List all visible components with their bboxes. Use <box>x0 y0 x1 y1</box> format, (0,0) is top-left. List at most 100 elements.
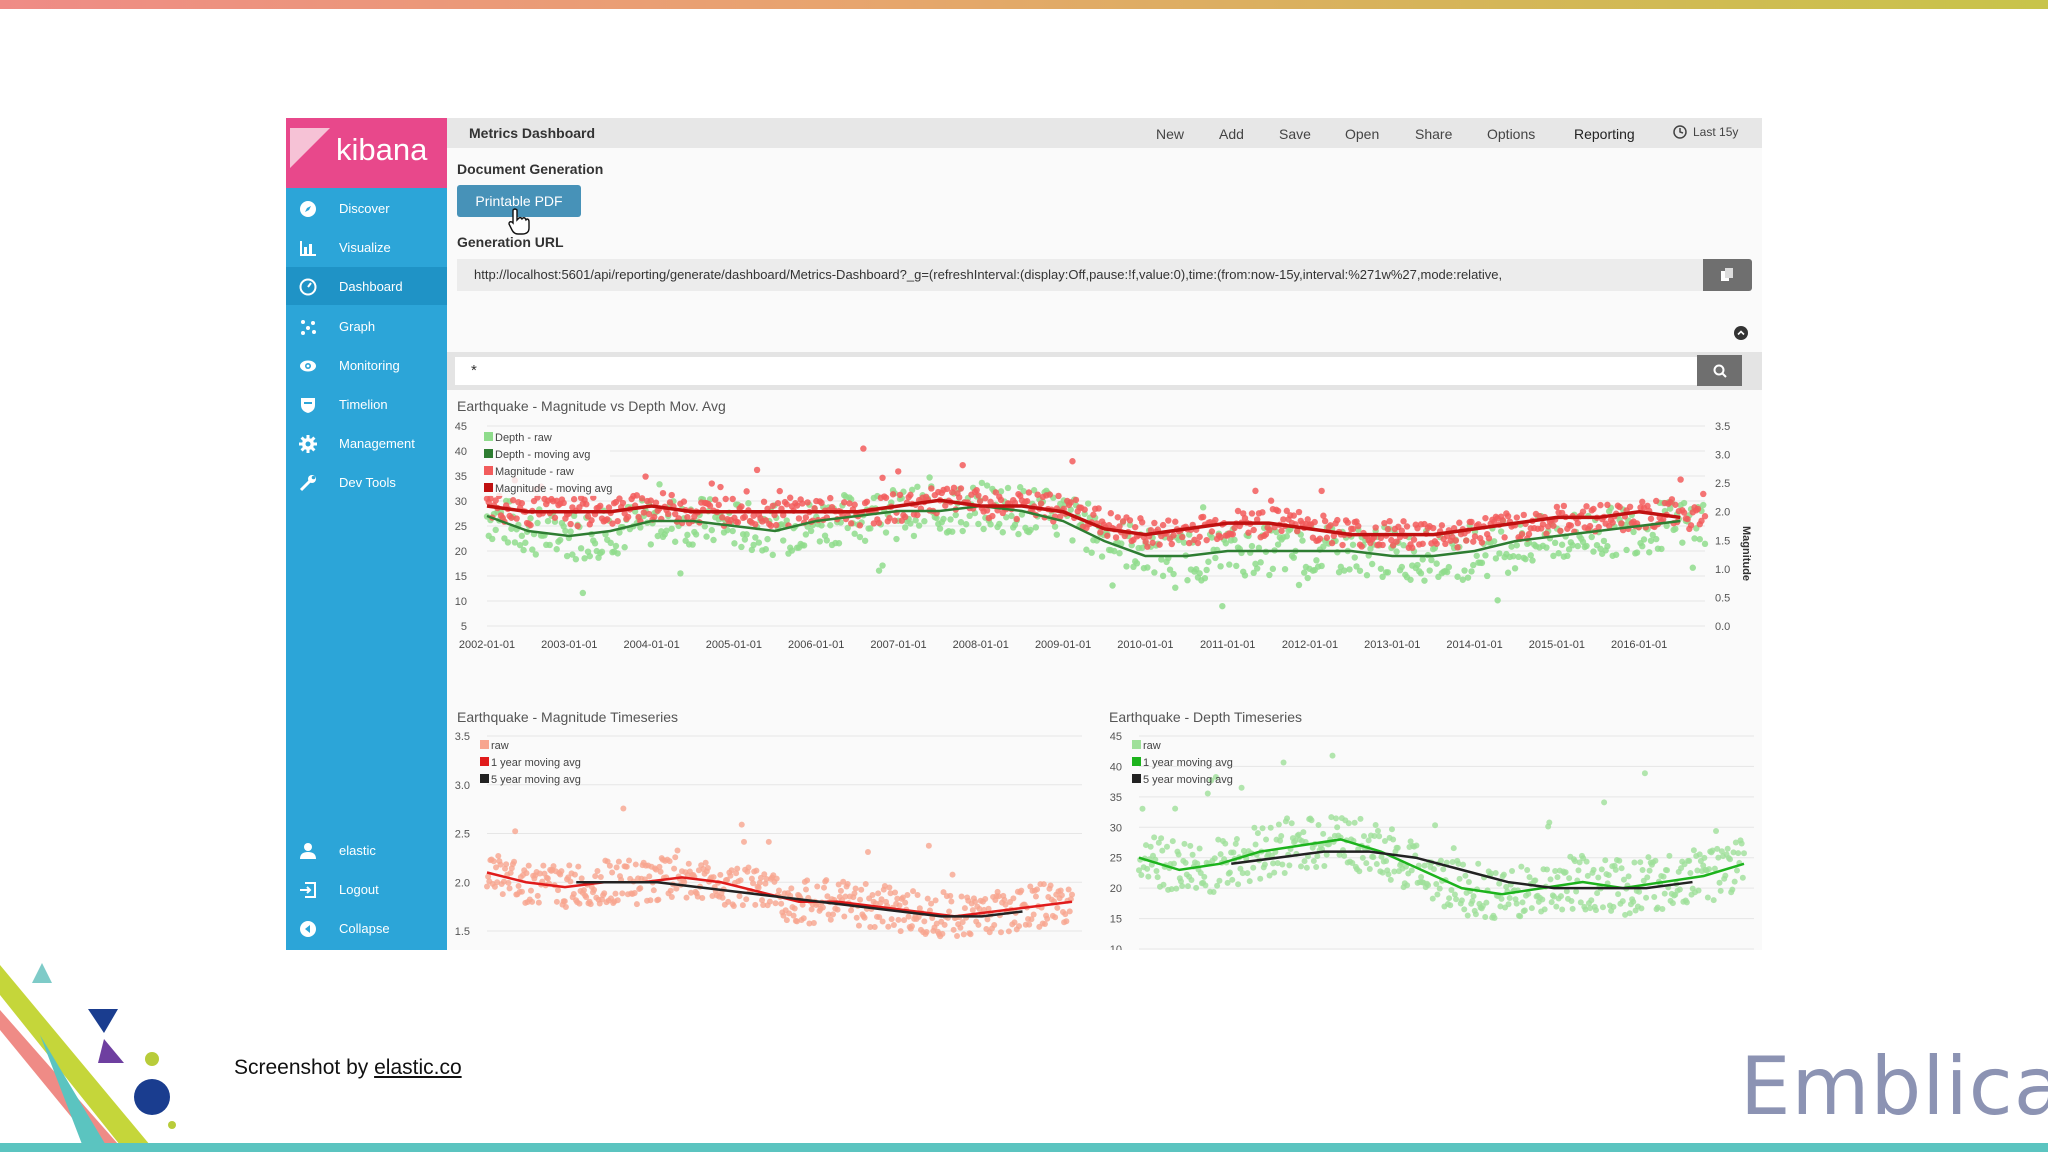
raw-point <box>699 894 706 901</box>
raw-point <box>1259 825 1266 832</box>
raw-point <box>1701 854 1708 861</box>
raw-point <box>587 901 594 908</box>
magnitude-raw-point <box>1386 517 1393 525</box>
y-tick-label: 30 <box>455 496 467 508</box>
depth-raw-point <box>1497 528 1505 535</box>
collapse-up-button[interactable] <box>1734 326 1748 340</box>
raw-point <box>623 863 630 870</box>
depth-raw-point <box>1196 570 1203 577</box>
depth-raw-point <box>856 533 864 541</box>
raw-point <box>497 861 504 868</box>
menu-new[interactable]: New <box>1156 126 1184 142</box>
sidebar-item-dev-tools[interactable]: Dev Tools <box>286 463 447 501</box>
menu-add[interactable]: Add <box>1219 126 1244 142</box>
raw-point <box>1160 881 1167 888</box>
depth-raw-point <box>882 529 890 536</box>
depth-raw-point <box>504 539 512 546</box>
magnitude-raw-point <box>1419 540 1426 547</box>
magnitude-raw-point <box>1452 537 1460 544</box>
depth-raw-point <box>1639 543 1646 550</box>
raw-point <box>941 921 948 928</box>
raw-point <box>1498 895 1505 902</box>
raw-point <box>1016 923 1023 930</box>
raw-point <box>1643 894 1650 901</box>
sidebar-item-visualize[interactable]: Visualize <box>286 228 447 266</box>
depth-raw-point <box>1398 563 1406 571</box>
sidebar-item-logout[interactable]: Logout <box>286 870 447 908</box>
copy-url-button[interactable] <box>1703 259 1752 291</box>
sidebar-item-discover[interactable]: Discover <box>286 189 447 227</box>
magnitude-raw-point <box>588 517 595 524</box>
sidebar-item-monitoring[interactable]: Monitoring <box>286 346 447 384</box>
time-picker[interactable]: Last 15y <box>1673 125 1738 139</box>
magnitude-raw-point <box>856 522 864 529</box>
raw-point <box>555 887 562 894</box>
menu-share[interactable]: Share <box>1415 126 1452 142</box>
magnitude-raw-point <box>1550 522 1557 529</box>
magnitude-raw-point <box>901 513 909 521</box>
search-input[interactable]: * <box>455 357 1702 385</box>
raw-point <box>1506 895 1513 902</box>
y2-tick-label: 3.5 <box>1715 421 1730 433</box>
magnitude-raw-point <box>1553 503 1561 511</box>
magnitude-raw-point <box>957 485 965 492</box>
depth-raw-point <box>1151 569 1158 576</box>
raw-point <box>1153 868 1160 875</box>
kibana-window: kibana Discover Visualize Dashboard Grap… <box>286 118 1762 950</box>
depth-raw-point <box>1679 539 1686 546</box>
sidebar-item-dashboard[interactable]: Dashboard <box>286 267 447 305</box>
depth-raw-point <box>1219 602 1226 610</box>
raw-point <box>1717 887 1724 894</box>
raw-point <box>1188 877 1195 884</box>
search-button[interactable] <box>1697 355 1742 386</box>
menu-reporting[interactable]: Reporting <box>1574 126 1635 142</box>
x-tick-label: 2009-01-01 <box>1035 639 1091 651</box>
depth-raw-point <box>1696 536 1703 543</box>
raw-point <box>1383 858 1390 865</box>
raw-point <box>591 886 598 893</box>
raw-point <box>620 805 627 812</box>
depth-raw-point <box>835 540 843 547</box>
raw-point <box>1666 852 1673 859</box>
raw-point <box>1169 838 1176 845</box>
raw-point <box>864 848 871 855</box>
generation-url-field[interactable]: http://localhost:5601/api/reporting/gene… <box>457 259 1707 291</box>
depth-raw-point <box>677 570 684 577</box>
raw-point <box>808 906 815 913</box>
raw-point <box>1519 899 1526 906</box>
depth-raw-point <box>959 527 966 535</box>
raw-point <box>1739 874 1746 881</box>
menu-open[interactable]: Open <box>1345 126 1379 142</box>
sidebar-item-management[interactable]: Management <box>286 424 447 462</box>
kibana-logo[interactable]: kibana <box>286 118 447 188</box>
y-tick-label: 1.5 <box>455 926 470 938</box>
credit-link[interactable]: elastic.co <box>374 1056 462 1079</box>
depth-raw-point <box>1346 566 1353 573</box>
menu-options[interactable]: Options <box>1487 126 1535 142</box>
magnitude-raw-point <box>1250 526 1257 534</box>
raw-point <box>1491 914 1498 921</box>
sidebar-item-timelion[interactable]: Timelion <box>286 385 447 423</box>
raw-point <box>544 875 551 882</box>
x-tick-label: 2002-01-01 <box>459 639 515 651</box>
depth-raw-point <box>861 537 869 544</box>
query-bar: * <box>447 352 1762 390</box>
magnitude-raw-point <box>1609 519 1616 526</box>
sidebar-item-graph[interactable]: Graph <box>286 307 447 345</box>
raw-point <box>1238 784 1245 791</box>
depth-raw-point <box>1201 574 1209 582</box>
sidebar-item-collapse[interactable]: Collapse <box>286 909 447 947</box>
raw-point <box>1625 873 1632 880</box>
menu-save[interactable]: Save <box>1279 126 1311 142</box>
search-icon <box>1713 364 1727 378</box>
y-tick-label: 2.0 <box>455 877 470 889</box>
magnitude-raw-point <box>1454 544 1461 551</box>
raw-point <box>505 879 512 886</box>
raw-point <box>1314 853 1321 860</box>
raw-point <box>1351 819 1358 826</box>
magnitude-raw-point <box>1334 516 1341 524</box>
sidebar-item-user[interactable]: elastic <box>286 831 447 869</box>
raw-point <box>1686 857 1693 864</box>
raw-point <box>1599 904 1606 911</box>
depth-raw-point <box>1351 554 1358 561</box>
